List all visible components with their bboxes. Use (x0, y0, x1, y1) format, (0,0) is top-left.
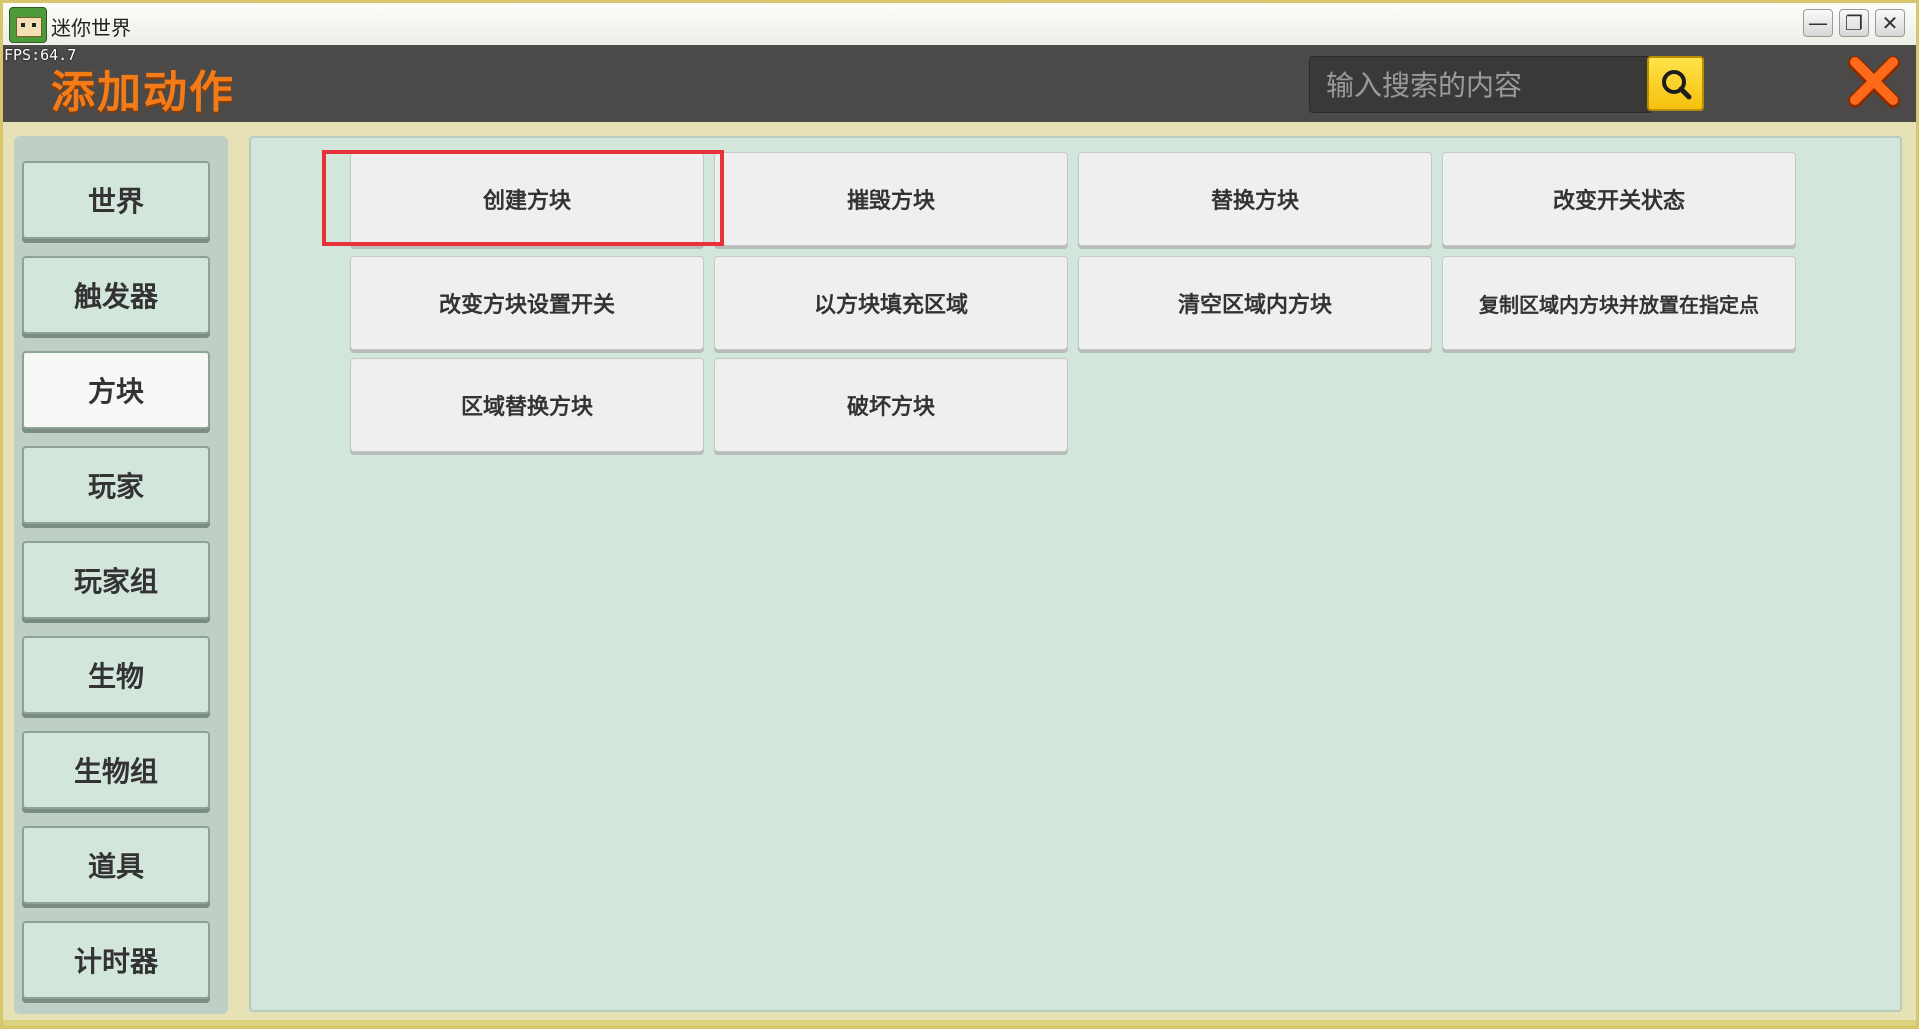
sidebar-item-creature[interactable]: 生物 (22, 636, 210, 714)
sidebar-item-timer[interactable]: 计时器 (22, 921, 210, 999)
action-change-block-setting-switch[interactable]: 改变方块设置开关 (350, 256, 704, 350)
sidebar-item-item[interactable]: 道具 (22, 826, 210, 904)
window-close-button[interactable]: ✕ (1875, 9, 1905, 37)
minimize-button[interactable]: — (1803, 9, 1833, 37)
search-box (1309, 56, 1653, 113)
fps-counter: FPS:64.7 (4, 46, 77, 64)
search-button[interactable] (1647, 56, 1704, 111)
dialog-header: 添加动作 (3, 45, 1916, 122)
action-fill-area-with-block[interactable]: 以方块填充区域 (714, 256, 1068, 350)
action-copy-area-blocks-to-point[interactable]: 复制区域内方块并放置在指定点 (1442, 256, 1796, 350)
close-icon (1848, 56, 1900, 108)
restore-button[interactable]: ❐ (1839, 9, 1869, 37)
bottom-border (3, 1020, 1916, 1026)
sidebar-item-player-group[interactable]: 玩家组 (22, 541, 210, 619)
dialog-close-button[interactable] (1845, 53, 1903, 111)
action-destroy-block[interactable]: 摧毁方块 (714, 152, 1068, 246)
sidebar-item-world[interactable]: 世界 (22, 161, 210, 239)
action-area-replace-block[interactable]: 区域替换方块 (350, 358, 704, 452)
sidebar-item-player[interactable]: 玩家 (22, 446, 210, 524)
action-replace-block[interactable]: 替换方块 (1078, 152, 1432, 246)
sidebar-item-trigger[interactable]: 触发器 (22, 256, 210, 334)
action-clear-area-blocks[interactable]: 清空区域内方块 (1078, 256, 1432, 350)
sidebar-item-creature-group[interactable]: 生物组 (22, 731, 210, 809)
sidebar-item-block[interactable]: 方块 (22, 351, 210, 429)
app-logo-icon (9, 7, 47, 43)
action-create-block[interactable]: 创建方块 (350, 152, 704, 246)
window-title: 迷你世界 (51, 16, 131, 40)
search-icon (1662, 70, 1692, 100)
window-titlebar[interactable]: 迷你世界 — ❐ ✕ (3, 3, 1916, 45)
page-title: 添加动作 (51, 67, 235, 118)
search-input[interactable] (1324, 65, 1628, 105)
action-change-switch-state[interactable]: 改变开关状态 (1442, 152, 1796, 246)
action-break-block[interactable]: 破坏方块 (714, 358, 1068, 452)
category-sidebar[interactable]: 世界 触发器 方块 玩家 玩家组 生物 生物组 道具 计时器 (14, 136, 228, 1014)
